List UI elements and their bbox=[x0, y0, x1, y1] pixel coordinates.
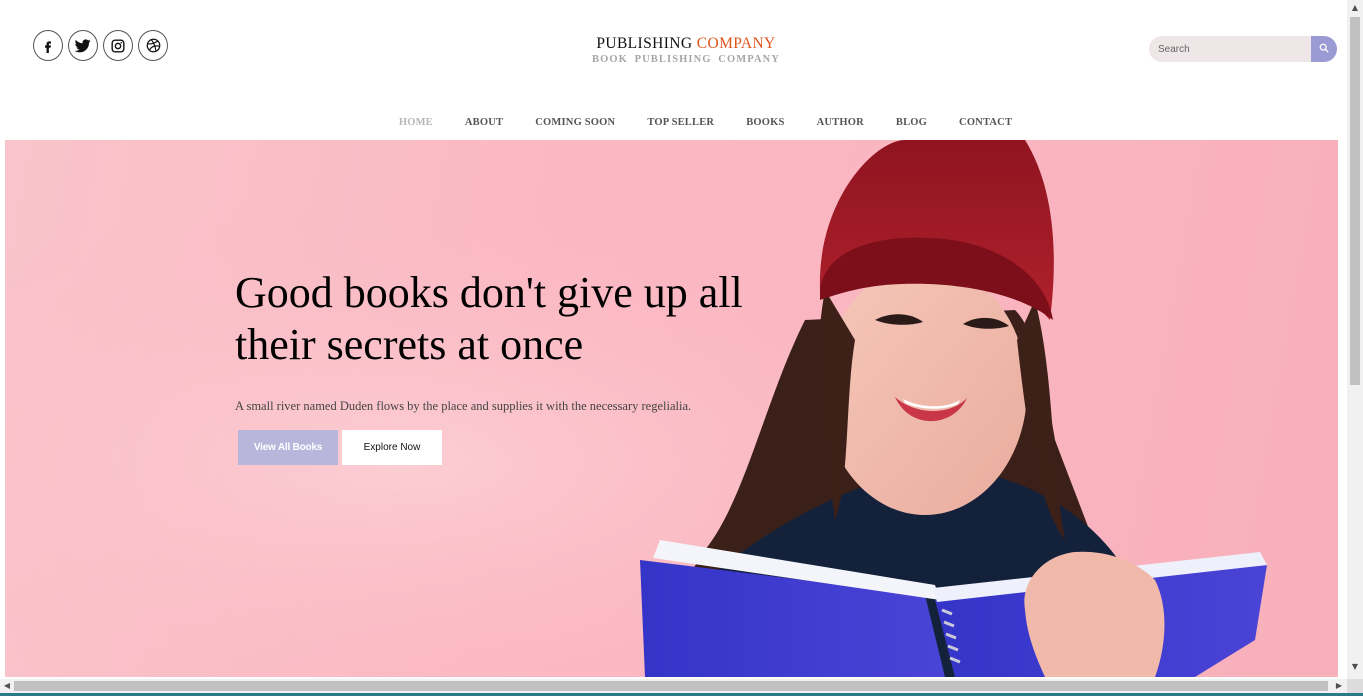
facebook-icon bbox=[41, 39, 55, 53]
search-box bbox=[1149, 36, 1337, 62]
scroll-up-arrow-icon[interactable]: ▲ bbox=[1347, 0, 1363, 16]
search-icon bbox=[1319, 40, 1329, 58]
vertical-scroll-thumb[interactable] bbox=[1350, 17, 1360, 385]
nav-item-contact[interactable]: CONTACT bbox=[959, 117, 1012, 128]
nav-item-blog[interactable]: BLOG bbox=[896, 117, 927, 128]
nav-item-author[interactable]: AUTHOR bbox=[817, 117, 864, 128]
search-input[interactable] bbox=[1149, 36, 1311, 62]
facebook-link[interactable] bbox=[33, 30, 63, 61]
horizontal-scroll-thumb[interactable] bbox=[14, 681, 1328, 691]
scroll-down-arrow-icon[interactable]: ▼ bbox=[1347, 659, 1363, 675]
logo-tagline: BOOK PUBLISHING COMPANY bbox=[591, 54, 781, 65]
vertical-scrollbar[interactable]: ▲ ▼ bbox=[1347, 0, 1363, 679]
nav-item-books[interactable]: BOOKS bbox=[746, 117, 784, 128]
site-logo[interactable]: PUBLISHING COMPANY BOOK PUBLISHING COMPA… bbox=[560, 35, 812, 66]
scroll-right-arrow-icon[interactable]: ▶ bbox=[1332, 679, 1346, 693]
hero-section: Good books don't give up all their secre… bbox=[5, 140, 1338, 677]
page: PUBLISHING COMPANY BOOK PUBLISHING COMPA… bbox=[0, 0, 1363, 696]
search-button[interactable] bbox=[1311, 36, 1337, 62]
logo-title-accent: COMPANY bbox=[696, 35, 776, 52]
nav-item-top-seller[interactable]: TOP SELLER bbox=[647, 117, 714, 128]
scrollbar-corner bbox=[1347, 679, 1363, 693]
dribbble-icon bbox=[146, 38, 161, 53]
hero-title: Good books don't give up all their secre… bbox=[235, 268, 743, 369]
twitter-icon bbox=[75, 38, 91, 53]
logo-title-main: PUBLISHING bbox=[596, 35, 697, 52]
view-all-books-button[interactable]: View All Books bbox=[238, 430, 338, 465]
instagram-link[interactable] bbox=[103, 30, 133, 61]
scroll-left-arrow-icon[interactable]: ◀ bbox=[0, 679, 14, 693]
twitter-link[interactable] bbox=[68, 30, 98, 61]
explore-now-button[interactable]: Explore Now bbox=[342, 430, 442, 465]
social-links bbox=[33, 30, 168, 61]
instagram-icon bbox=[111, 38, 125, 53]
horizontal-scrollbar[interactable]: ◀ ▶ bbox=[0, 679, 1347, 693]
hero-description: A small river named Duden flows by the p… bbox=[235, 399, 692, 413]
logo-title: PUBLISHING COMPANY bbox=[560, 35, 812, 52]
nav-item-home[interactable]: HOME bbox=[399, 117, 433, 128]
nav-item-coming-soon[interactable]: COMING SOON bbox=[535, 117, 615, 128]
dribbble-link[interactable] bbox=[138, 30, 168, 61]
nav-item-about[interactable]: ABOUT bbox=[465, 117, 503, 128]
main-nav: HOME ABOUT COMING SOON TOP SELLER BOOKS … bbox=[0, 117, 1347, 128]
